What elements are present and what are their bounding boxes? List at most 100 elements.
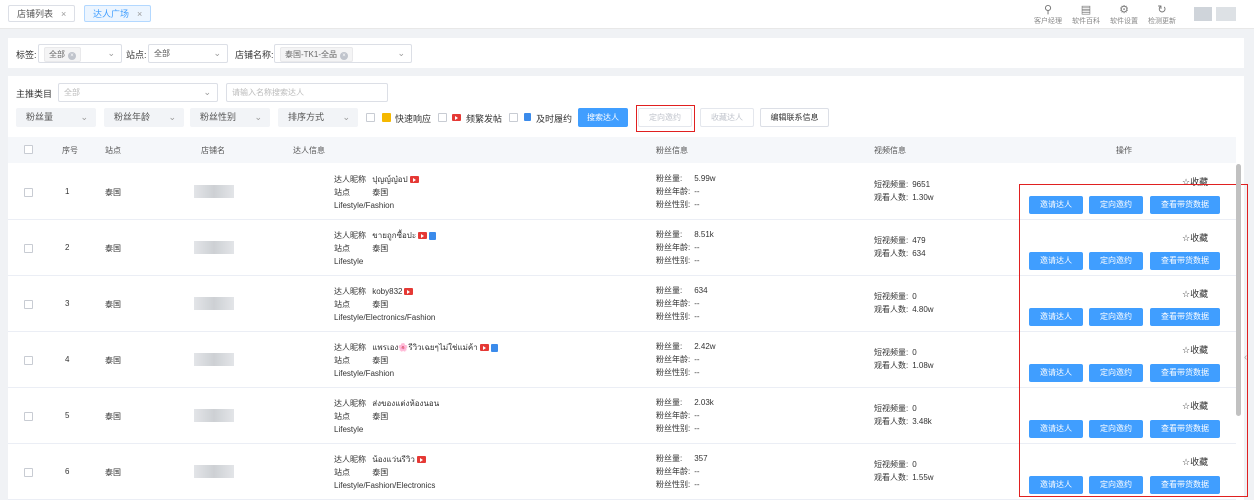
nickname-value[interactable]: ส่งของแต่งห้องนอน xyxy=(372,399,439,408)
avatar[interactable] xyxy=(1194,7,1212,21)
favorite-influencer-button[interactable]: 收藏达人 xyxy=(700,108,754,127)
fans-count-value: 357 xyxy=(694,454,708,463)
close-icon[interactable]: × xyxy=(137,9,142,19)
actions-highlight-box xyxy=(1019,184,1248,497)
edit-contact-button[interactable]: 编辑联系信息 xyxy=(760,108,829,127)
fans-age-line: 粉丝年龄: -- xyxy=(656,353,700,366)
header-index: 序号 xyxy=(62,146,78,155)
sort-method-select[interactable]: 排序方式 ⌄ xyxy=(278,108,358,127)
fans-gender-value: -- xyxy=(694,368,700,377)
row-index: 3 xyxy=(65,299,70,308)
quick-response-checkbox[interactable] xyxy=(366,113,375,122)
chevron-down-icon: ⌄ xyxy=(168,112,176,122)
nickname-value[interactable]: น้องแว่นรีวิว xyxy=(372,455,415,464)
nickname-label: 达人昵称 xyxy=(334,455,366,464)
nickname-value[interactable]: ขายถูกซื้อปะ xyxy=(372,231,416,240)
lightning-icon xyxy=(382,113,391,122)
fans-count-value: 8.51k xyxy=(694,230,714,239)
nickname-label: 达人昵称 xyxy=(334,343,366,352)
viewers-label: 观看人数: xyxy=(874,249,909,258)
row-index: 5 xyxy=(65,411,70,420)
fans-gender-line: 粉丝性别: -- xyxy=(656,422,700,435)
software-wiki-button[interactable]: ▤ 软件百科 xyxy=(1067,4,1105,26)
category-select[interactable]: 全部 ⌄ xyxy=(58,83,218,102)
chevron-down-icon: ⌄ xyxy=(80,112,88,122)
select-label: 粉丝量 xyxy=(26,112,54,122)
row-checkbox[interactable] xyxy=(24,412,33,421)
site-select[interactable]: 全部 ⌄ xyxy=(148,44,228,63)
video-count-line: 短视频量: 479 xyxy=(874,234,926,247)
chevron-down-icon: ⌄ xyxy=(213,48,221,58)
fans-gender-select[interactable]: 粉丝性别 ⌄ xyxy=(190,108,270,127)
fans-count-value: 2.42w xyxy=(694,342,716,351)
chevron-left-icon[interactable]: ‹ xyxy=(1244,352,1247,363)
search-placeholder: 请输入名称搜索达人 xyxy=(232,88,304,97)
viewers-label: 观看人数: xyxy=(874,417,909,426)
fans-gender-value: -- xyxy=(694,480,700,489)
row-checkbox[interactable] xyxy=(24,300,33,309)
category-value: Lifestyle/Fashion/Electronics xyxy=(334,481,436,490)
category-label: 主推类目 xyxy=(16,89,53,99)
fans-gender-line: 粉丝性别: -- xyxy=(656,310,700,323)
site-value: 泰国 xyxy=(372,412,389,421)
check-update-button[interactable]: ↻ 检测更新 xyxy=(1143,4,1181,26)
row-checkbox[interactable] xyxy=(24,244,33,253)
select-label: 粉丝性别 xyxy=(200,112,237,122)
clear-icon[interactable]: × xyxy=(68,52,76,60)
row-checkbox[interactable] xyxy=(24,468,33,477)
on-time-checkbox[interactable] xyxy=(509,113,518,122)
site-label: 站点 xyxy=(334,356,350,365)
video-count-value: 479 xyxy=(912,236,926,245)
fans-count-select[interactable]: 粉丝量 ⌄ xyxy=(16,108,96,127)
clear-icon[interactable]: × xyxy=(340,52,348,60)
row-checkbox[interactable] xyxy=(24,188,33,197)
tag-select[interactable]: 全部 × ⌄ xyxy=(38,44,122,63)
site-value: 泰国 xyxy=(372,468,389,477)
customer-manager-button[interactable]: ⚲ 客户经理 xyxy=(1029,4,1067,26)
search-influencer-button[interactable]: 搜索达人 xyxy=(578,108,628,127)
shop-select[interactable]: 泰国-TK1-全品 × ⌄ xyxy=(274,44,412,63)
category-line: Lifestyle/Fashion/Electronics xyxy=(334,479,435,492)
site-label: 站点: xyxy=(126,50,147,60)
video-count-line: 短视频量: 0 xyxy=(874,346,917,359)
category-value: Lifestyle/Fashion xyxy=(334,201,395,210)
frequent-post-checkbox[interactable] xyxy=(438,113,447,122)
nickname-label: 达人昵称 xyxy=(334,287,366,296)
category-placeholder: 全部 xyxy=(64,88,80,97)
scrollbar[interactable] xyxy=(1236,164,1241,416)
fans-gender-label: 粉丝性别: xyxy=(656,256,691,265)
document-icon xyxy=(524,113,531,121)
viewers-line: 观看人数: 1.55w xyxy=(874,471,934,484)
row-site: 泰国 xyxy=(105,468,121,477)
close-icon[interactable]: × xyxy=(61,9,66,19)
select-all-checkbox[interactable] xyxy=(24,145,33,154)
site-value: 泰国 xyxy=(372,244,389,253)
nickname-line: 达人昵称 ส่งของแต่งห้องนอน xyxy=(334,397,439,410)
software-settings-button[interactable]: ⚙ 软件设置 xyxy=(1105,4,1143,26)
video-icon xyxy=(479,344,489,352)
tab-influencer-square[interactable]: 达人广场 × xyxy=(84,5,152,22)
category-value: Lifestyle xyxy=(334,425,364,434)
shop-name-blurred xyxy=(194,297,234,310)
fans-age-label: 粉丝年龄: xyxy=(656,467,691,476)
chevron-down-icon: ⌄ xyxy=(397,48,405,58)
tab-shop-list[interactable]: 店铺列表 × xyxy=(8,5,76,22)
fans-gender-label: 粉丝性别: xyxy=(656,368,691,377)
search-input[interactable]: 请输入名称搜索达人 xyxy=(226,83,388,102)
book-icon: ▤ xyxy=(1080,4,1092,16)
nickname-value[interactable]: ปุญญ์ญ๋อป xyxy=(372,175,407,184)
nickname-value[interactable]: koby832 xyxy=(372,287,402,296)
video-icon xyxy=(452,114,461,121)
viewers-value: 1.08w xyxy=(912,361,934,370)
video-icon xyxy=(409,176,419,184)
fans-age-label: 粉丝年龄: xyxy=(656,299,691,308)
fans-age-select[interactable]: 粉丝年龄 ⌄ xyxy=(104,108,184,127)
nickname-value[interactable]: แพรเอง🌸รีวิวเฉยๆไม่ใช่แม่ค้า xyxy=(372,343,478,352)
shop-name-blurred xyxy=(194,241,234,254)
fans-age-label: 粉丝年龄: xyxy=(656,187,691,196)
select-label: 排序方式 xyxy=(288,112,325,122)
row-checkbox[interactable] xyxy=(24,356,33,365)
chevron-down-icon: ⌄ xyxy=(254,112,262,122)
toolbar-label: 软件百科 xyxy=(1072,18,1100,25)
fans-count-value: 634 xyxy=(694,286,708,295)
